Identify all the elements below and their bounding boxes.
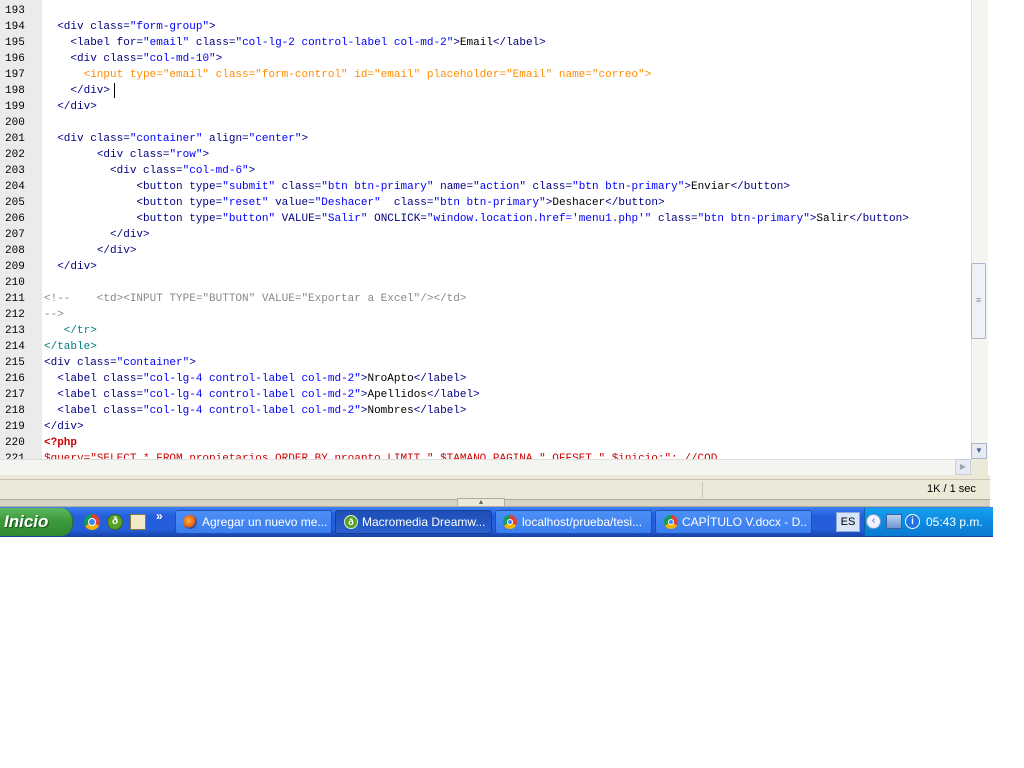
scrollbar-corner bbox=[971, 459, 988, 475]
line-number: 195 bbox=[5, 37, 25, 49]
text-caret bbox=[114, 83, 115, 98]
clock[interactable]: 05:43 p.m. bbox=[926, 515, 983, 529]
scroll-right-arrow-icon[interactable]: ▶ bbox=[955, 459, 971, 475]
line-number: 208 bbox=[5, 245, 25, 257]
dreamweaver-icon: ð bbox=[344, 515, 358, 529]
line-number: 199 bbox=[5, 101, 25, 113]
code-line[interactable]: <div class="container"> bbox=[44, 355, 196, 371]
line-number: 204 bbox=[5, 181, 25, 193]
line-number: 212 bbox=[5, 309, 25, 321]
line-number: 215 bbox=[5, 357, 25, 369]
screenshot-region: 193 194 <div class="form-group"> 195 <labe… bbox=[0, 0, 993, 537]
code-line[interactable]: </div> bbox=[44, 243, 137, 259]
line-number: 196 bbox=[5, 53, 25, 65]
expand-panel-handle[interactable]: ▲ bbox=[457, 498, 505, 507]
code-line[interactable]: <button type="button" VALUE="Salir" ONCL… bbox=[44, 211, 908, 227]
taskbar-button-label: CAPÍTULO V.docx - D... bbox=[682, 515, 808, 529]
line-number: 197 bbox=[5, 69, 25, 81]
code-line[interactable]: <div class="container" align="center"> bbox=[44, 131, 308, 147]
code-line[interactable]: </div> bbox=[44, 99, 97, 115]
line-number: 209 bbox=[5, 261, 25, 273]
info-icon[interactable]: i bbox=[905, 514, 920, 529]
chrome-icon bbox=[664, 515, 678, 529]
line-number: 213 bbox=[5, 325, 25, 337]
network-icon[interactable] bbox=[886, 514, 902, 529]
scroll-down-arrow-icon[interactable]: ▼ bbox=[971, 443, 987, 459]
code-line[interactable]: <button type="submit" class="btn btn-pri… bbox=[44, 179, 790, 195]
quicklaunch-more-icon[interactable]: » bbox=[156, 509, 163, 523]
vertical-scrollbar[interactable] bbox=[971, 0, 988, 459]
line-number: 202 bbox=[5, 149, 25, 161]
horizontal-scrollbar[interactable] bbox=[0, 459, 971, 475]
line-number: 198 bbox=[5, 85, 25, 97]
line-number: 207 bbox=[5, 229, 25, 241]
code-line[interactable]: <div class="form-group"> bbox=[44, 19, 215, 35]
movie-maker-icon[interactable] bbox=[130, 514, 146, 530]
line-number: 214 bbox=[5, 341, 25, 353]
firefox-icon bbox=[183, 515, 197, 529]
code-line[interactable]: </table> bbox=[44, 339, 97, 355]
start-button-label[interactable]: Inicio bbox=[4, 512, 48, 532]
grip-icon: ≡ bbox=[976, 295, 982, 305]
code-line[interactable]: </div> bbox=[44, 259, 97, 275]
code-line[interactable]: <?php bbox=[44, 435, 77, 451]
code-line[interactable]: <div class="row"> bbox=[44, 147, 209, 163]
line-number: 210 bbox=[5, 277, 25, 289]
line-number: 211 bbox=[5, 293, 25, 305]
code-line[interactable]: <label class="col-lg-4 control-label col… bbox=[44, 387, 480, 403]
code-line[interactable]: <div class="col-md-10"> bbox=[44, 51, 222, 67]
code-line[interactable]: <label class="col-lg-4 control-label col… bbox=[44, 371, 466, 387]
line-number: 201 bbox=[5, 133, 25, 145]
download-size-status: 1K / 1 sec bbox=[927, 483, 976, 495]
line-number: 200 bbox=[5, 117, 25, 129]
code-line[interactable]: <label for="email" class="col-lg-2 contr… bbox=[44, 35, 545, 51]
language-indicator[interactable]: ES bbox=[836, 512, 860, 532]
code-line[interactable]: --> bbox=[44, 307, 64, 323]
code-editor[interactable]: 193 194 <div class="form-group"> 195 <labe… bbox=[0, 0, 971, 459]
code-line[interactable]: </tr> bbox=[44, 323, 97, 339]
line-number: 216 bbox=[5, 373, 25, 385]
code-line[interactable]: </div> bbox=[44, 419, 84, 435]
line-number: 221 bbox=[5, 453, 25, 459]
chrome-icon bbox=[503, 515, 517, 529]
code-line[interactable]: <div class="col-md-6"> bbox=[44, 163, 255, 179]
line-number: 206 bbox=[5, 213, 25, 225]
code-line[interactable]: $query="SELECT * FROM propietarios ORDER… bbox=[44, 451, 717, 459]
line-number: 218 bbox=[5, 405, 25, 417]
line-number: 219 bbox=[5, 421, 25, 433]
code-line[interactable]: <input type="email" class="form-control"… bbox=[44, 67, 652, 83]
code-line[interactable]: </div> bbox=[44, 83, 110, 99]
taskbar-button-label: Agregar un nuevo me... bbox=[202, 515, 328, 529]
line-number: 205 bbox=[5, 197, 25, 209]
line-number: 220 bbox=[5, 437, 25, 449]
taskbar-button-label: Macromedia Dreamw... bbox=[362, 515, 486, 529]
line-number: 203 bbox=[5, 165, 25, 177]
code-line[interactable]: <!-- <td><INPUT TYPE="BUTTON" VALUE="Exp… bbox=[44, 291, 466, 307]
code-line[interactable]: </div> bbox=[44, 227, 150, 243]
dreamweaver-icon[interactable]: ð bbox=[107, 514, 123, 530]
line-number: 194 bbox=[5, 21, 25, 33]
line-number: 217 bbox=[5, 389, 25, 401]
code-line[interactable]: <button type="reset" value="Deshacer" cl… bbox=[44, 195, 664, 211]
chrome-icon[interactable] bbox=[84, 514, 100, 530]
show-hidden-icons-icon[interactable]: ‹ bbox=[866, 514, 881, 529]
line-number: 193 bbox=[5, 5, 25, 17]
code-line[interactable]: <label class="col-lg-4 control-label col… bbox=[44, 403, 466, 419]
taskbar-button-label: localhost/prueba/tesi... bbox=[522, 515, 643, 529]
